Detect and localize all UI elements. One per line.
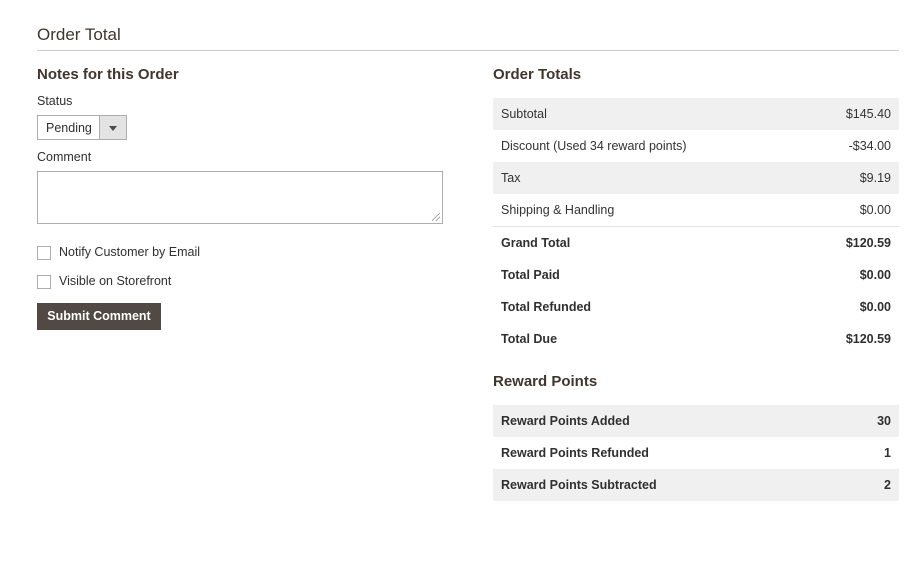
total-refunded-value: $0.00 [859,300,891,314]
discount-value: -$34.00 [848,139,891,153]
reward-added-label: Reward Points Added [493,405,839,437]
table-row: Reward Points Added 30 [493,405,899,437]
reward-refunded-value: 1 [884,446,891,460]
total-due-label: Total Due [501,332,558,346]
table-row: Reward Points Refunded 1 [493,437,899,469]
table-row: Tax $9.19 [493,162,899,194]
subtotal-value: $145.40 [804,98,899,130]
section-divider [37,50,899,51]
table-row: Subtotal $145.40 [493,98,899,130]
visible-storefront-label[interactable]: Visible on Storefront [59,274,171,288]
resize-handle-icon[interactable] [432,213,440,221]
tax-value: $9.19 [804,162,899,194]
total-paid-value: $0.00 [859,268,891,282]
table-row: Grand Total $120.59 [493,227,899,260]
order-totals-title: Order Totals [493,66,582,83]
order-notes-panel: Notes for this Order Status Pending Comm… [37,64,443,330]
comment-textarea[interactable] [37,171,443,224]
table-row: Total Paid $0.00 [493,259,899,291]
table-row: Total Due $120.59 [493,323,899,355]
reward-subtracted-value: 2 [838,469,899,501]
total-due-value: $120.59 [845,332,891,346]
table-row: Reward Points Subtracted 2 [493,469,899,501]
reward-points-title: Reward Points [493,373,598,390]
total-refunded-label: Total Refunded [501,300,592,314]
grand-total-value: $120.59 [845,236,891,250]
order-totals-panel: Order Totals Subtotal $145.40 Discount (… [493,64,899,501]
discount-label: Discount (Used 34 reward points) [501,139,687,153]
status-label: Status [37,94,73,108]
section-title: Order Total [37,25,121,44]
reward-points-table: Reward Points Added 30 Reward Points Ref… [493,405,899,501]
tax-label: Tax [493,162,805,194]
notify-customer-label[interactable]: Notify Customer by Email [59,245,200,259]
shipping-value: $0.00 [804,194,899,227]
subtotal-label: Subtotal [493,98,805,130]
status-selected-value: Pending [46,121,92,135]
shipping-label: Shipping & Handling [493,194,805,227]
submit-comment-button[interactable]: Submit Comment [37,303,161,330]
total-paid-label: Total Paid [501,268,560,282]
notify-customer-checkbox[interactable] [37,246,51,260]
reward-refunded-label: Reward Points Refunded [501,446,649,460]
reward-added-value: 30 [838,405,899,437]
table-row: Shipping & Handling $0.00 [493,194,899,227]
grand-total-label: Grand Total [501,236,571,250]
comment-label: Comment [37,150,92,164]
chevron-down-icon[interactable] [99,116,126,139]
table-row: Discount (Used 34 reward points) -$34.00 [493,130,899,162]
notes-title: Notes for this Order [37,66,179,83]
table-row: Total Refunded $0.00 [493,291,899,323]
visible-storefront-checkbox[interactable] [37,275,51,289]
reward-subtracted-label: Reward Points Subtracted [493,469,839,501]
status-select[interactable]: Pending [37,115,127,140]
order-totals-table: Subtotal $145.40 Discount (Used 34 rewar… [493,98,899,355]
